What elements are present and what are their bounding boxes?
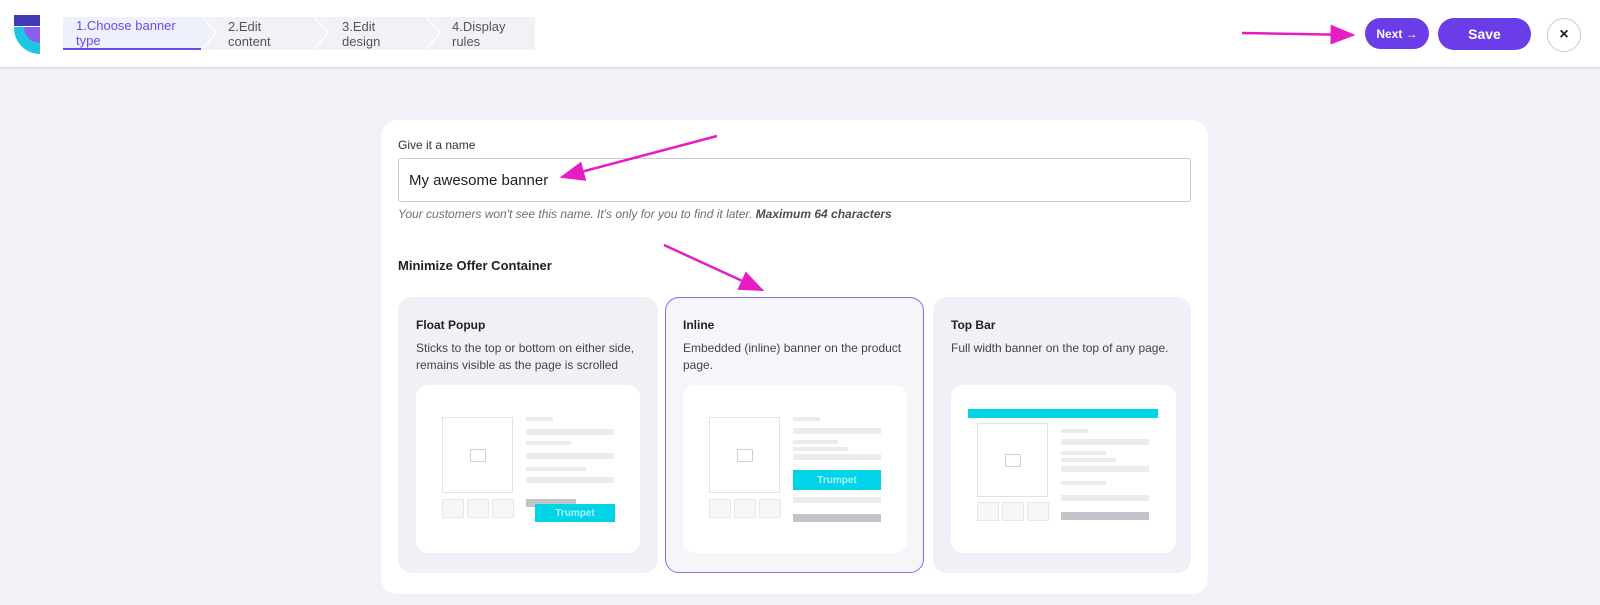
save-button[interactable]: Save (1438, 18, 1531, 50)
close-icon: × (1559, 26, 1569, 43)
option-title: Float Popup (416, 318, 486, 332)
hint-text: Your customers won't see this name. It's… (398, 207, 753, 221)
brand-text: Trumpet (817, 474, 857, 486)
option-description: Embedded (inline) banner on the product … (683, 341, 902, 372)
wizard-steps: 1.Choose banner type 2.Edit content 3.Ed… (63, 17, 535, 50)
top-toolbar: 1.Choose banner type 2.Edit content 3.Ed… (0, 0, 1600, 68)
step-edit-design[interactable]: 3.Edit design (313, 17, 441, 50)
name-field-label: Give it a name (398, 138, 476, 152)
banner-name-input[interactable] (398, 158, 1191, 202)
section-title: Minimize Offer Container (398, 258, 552, 273)
step-edit-content[interactable]: 2.Edit content (201, 17, 329, 50)
top-bar-banner (968, 409, 1158, 418)
image-placeholder-icon (977, 423, 1048, 497)
option-inline[interactable]: Inline Embedded (inline) banner on the p… (665, 297, 924, 573)
image-placeholder-icon (709, 417, 780, 493)
add-to-cart-mock (793, 514, 881, 522)
inline-preview: Trumpet (683, 385, 907, 553)
option-float-popup[interactable]: Float Popup Sticks to the top or bottom … (398, 297, 658, 573)
float-popup-preview: Trumpet (416, 385, 640, 553)
step-label: 3.Edit design (342, 18, 381, 49)
step-label: 2.Edit content (228, 18, 271, 49)
add-to-cart-mock (1061, 512, 1149, 520)
step-label: 1.Choose banner type (76, 17, 176, 48)
banner-type-card: Give it a name Your customers won't see … (381, 120, 1208, 594)
inline-banner: Trumpet (793, 470, 881, 490)
brand-text: Trumpet (555, 507, 595, 519)
close-button[interactable]: × (1547, 18, 1581, 52)
float-popup-banner: Trumpet (535, 504, 615, 522)
image-placeholder-icon (442, 417, 513, 493)
top-bar-preview (951, 385, 1176, 553)
option-title: Inline (683, 318, 715, 332)
option-title: Top Bar (951, 318, 996, 332)
option-description: Sticks to the top or bottom on either si… (416, 341, 635, 372)
next-button[interactable]: Next → (1365, 18, 1429, 49)
step-choose-banner-type[interactable]: 1.Choose banner type (63, 17, 217, 50)
name-hint: Your customers won't see this name. It's… (398, 207, 892, 221)
app-logo-icon (14, 15, 40, 54)
option-description: Full width banner on the top of any page… (951, 341, 1169, 355)
step-display-rules[interactable]: 4.Display rules (425, 17, 535, 50)
hint-max-chars: Maximum 64 characters (755, 207, 892, 221)
step-label: 4.Display rules (452, 18, 506, 49)
option-top-bar[interactable]: Top Bar Full width banner on the top of … (933, 297, 1191, 573)
